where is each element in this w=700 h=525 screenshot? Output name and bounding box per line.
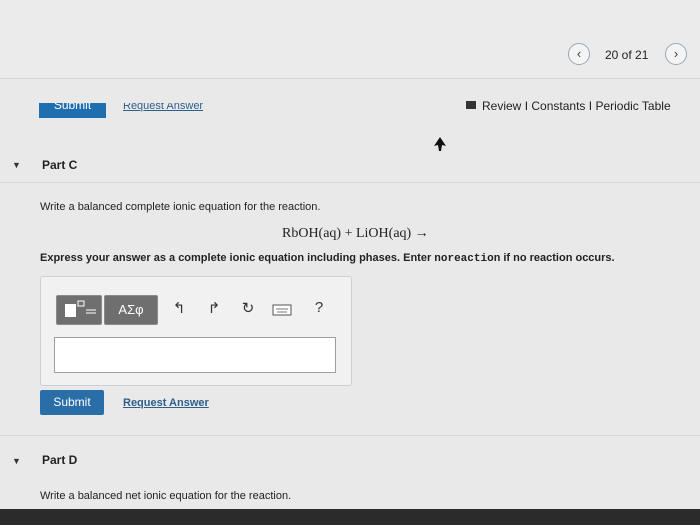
- answer-input[interactable]: [54, 337, 336, 373]
- collapse-icon[interactable]: ▼: [12, 160, 21, 170]
- part-d-title[interactable]: Part D: [42, 453, 77, 467]
- header-links: Review I Constants I Periodic Table: [466, 99, 671, 113]
- bottom-bar: [0, 509, 700, 525]
- top-divider: [0, 78, 700, 79]
- undo-icon[interactable]: ↰: [169, 299, 189, 317]
- review-icon: [466, 101, 476, 109]
- previous-icon[interactable]: ‹: [568, 43, 590, 65]
- separator: I: [524, 99, 529, 113]
- answer-editor: ΑΣφ ↰ ↱ ↻ ?: [40, 276, 352, 386]
- constants-link[interactable]: Constants: [531, 99, 585, 113]
- collapse-icon[interactable]: ▼: [12, 456, 21, 466]
- instruction-code: noreaction: [434, 253, 501, 265]
- part-d-prompt: Write a balanced net ionic equation for …: [40, 490, 292, 502]
- periodic-table-link[interactable]: Periodic Table: [595, 99, 670, 113]
- instruction-text: Express your answer as a complete ionic …: [40, 252, 435, 264]
- editor-toolbar: ΑΣφ ↰ ↱ ↻ ?: [56, 295, 341, 325]
- review-link[interactable]: Review: [482, 99, 521, 113]
- part-c-title[interactable]: Part C: [42, 158, 77, 172]
- mouse-cursor-icon: [434, 137, 446, 151]
- request-answer-link-previous[interactable]: Request Answer: [123, 103, 203, 116]
- template-icon[interactable]: [56, 295, 102, 325]
- submit-button[interactable]: Submit: [40, 390, 104, 415]
- help-button[interactable]: ?: [309, 299, 329, 316]
- reset-icon[interactable]: ↻: [238, 299, 258, 317]
- part-divider: [0, 182, 700, 183]
- part-divider: [0, 435, 700, 436]
- pager-label: 20 of 21: [605, 48, 649, 62]
- separator: I: [588, 99, 593, 113]
- submit-button-previous[interactable]: Submit: [39, 103, 106, 118]
- keyboard-icon[interactable]: [272, 303, 292, 320]
- part-c-prompt: Write a balanced complete ionic equation…: [40, 201, 321, 213]
- greek-symbols-button[interactable]: ΑΣφ: [104, 295, 158, 325]
- instruction-text-end: if no reaction occurs.: [500, 252, 615, 264]
- answer-instruction: Express your answer as a complete ionic …: [40, 252, 615, 265]
- redo-icon[interactable]: ↱: [204, 299, 224, 317]
- top-bar: ‹ 20 of 21 ›: [0, 0, 700, 78]
- reaction-equation: RbOH(aq) + LiOH(aq) →: [282, 226, 429, 241]
- request-answer-link[interactable]: Request Answer: [123, 397, 209, 409]
- next-icon[interactable]: ›: [665, 43, 687, 65]
